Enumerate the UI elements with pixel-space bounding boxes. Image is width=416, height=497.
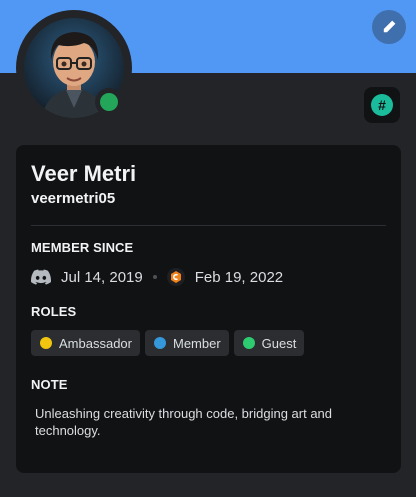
online-status-indicator bbox=[100, 93, 118, 111]
display-name: Veer Metri bbox=[31, 161, 137, 186]
hashtag-badge-icon: # bbox=[371, 94, 393, 116]
discord-icon bbox=[31, 269, 51, 285]
edit-profile-button[interactable] bbox=[372, 10, 406, 44]
divider bbox=[31, 225, 386, 226]
role-label: Guest bbox=[261, 335, 297, 351]
role-color-dot bbox=[153, 337, 166, 349]
profile-badge[interactable]: # bbox=[364, 87, 400, 123]
discord-join-date: Jul 14, 2019 bbox=[61, 268, 143, 286]
roles-list: Ambassador Member Guest bbox=[31, 330, 386, 356]
role-guest[interactable]: Guest bbox=[233, 330, 305, 356]
username: veermetri05 bbox=[31, 190, 116, 207]
server-join-date: Feb 19, 2022 bbox=[194, 268, 284, 286]
role-color-dot bbox=[40, 337, 52, 349]
note-text[interactable]: Unleashing creativity through code, brid… bbox=[31, 405, 386, 439]
profile-card: Veer Metri veermetri05 MEMBER SINCE Jul … bbox=[16, 145, 401, 473]
note-title: NOTE bbox=[31, 377, 68, 392]
member-since-title: MEMBER SINCE bbox=[31, 240, 134, 255]
roles-title: ROLES bbox=[31, 304, 77, 319]
separator-dot bbox=[152, 275, 157, 279]
pencil-icon bbox=[383, 20, 396, 33]
role-color-dot bbox=[242, 337, 255, 349]
role-ambassador[interactable]: Ambassador bbox=[31, 330, 140, 356]
server-icon bbox=[166, 268, 185, 286]
role-label: Member bbox=[172, 335, 221, 351]
member-since-row: Jul 14, 2019 Feb 19, 2022 bbox=[31, 266, 386, 288]
role-label: Ambassador bbox=[59, 335, 132, 351]
role-member[interactable]: Member bbox=[144, 330, 229, 356]
